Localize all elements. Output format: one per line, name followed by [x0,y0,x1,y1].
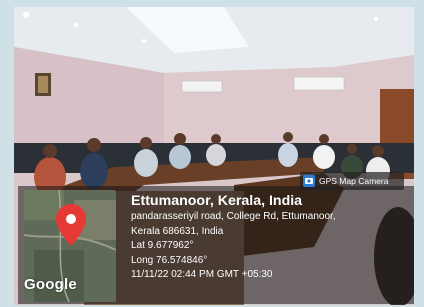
location-info: Ettumanoor, Kerala, India pandarasseriyi… [131,192,336,283]
app-badge-label: GPS Map Camera [319,176,389,186]
longitude: Long 76.574846° [131,254,208,266]
app-badge: GPS Map Camera [300,172,404,190]
address-line-2: Kerala 686631, India [131,225,224,237]
timestamp: 11/11/22 02:44 PM GMT +05:30 [131,269,273,280]
google-logo-text: Google [24,276,77,293]
address-line-1: pandarasseriyil road, College Rd, Ettuma… [131,211,336,222]
location-title: Ettumanoor, Kerala, India [131,193,303,209]
latitude: Lat 9.677962° [131,240,194,251]
gps-camera-icon [303,175,315,187]
